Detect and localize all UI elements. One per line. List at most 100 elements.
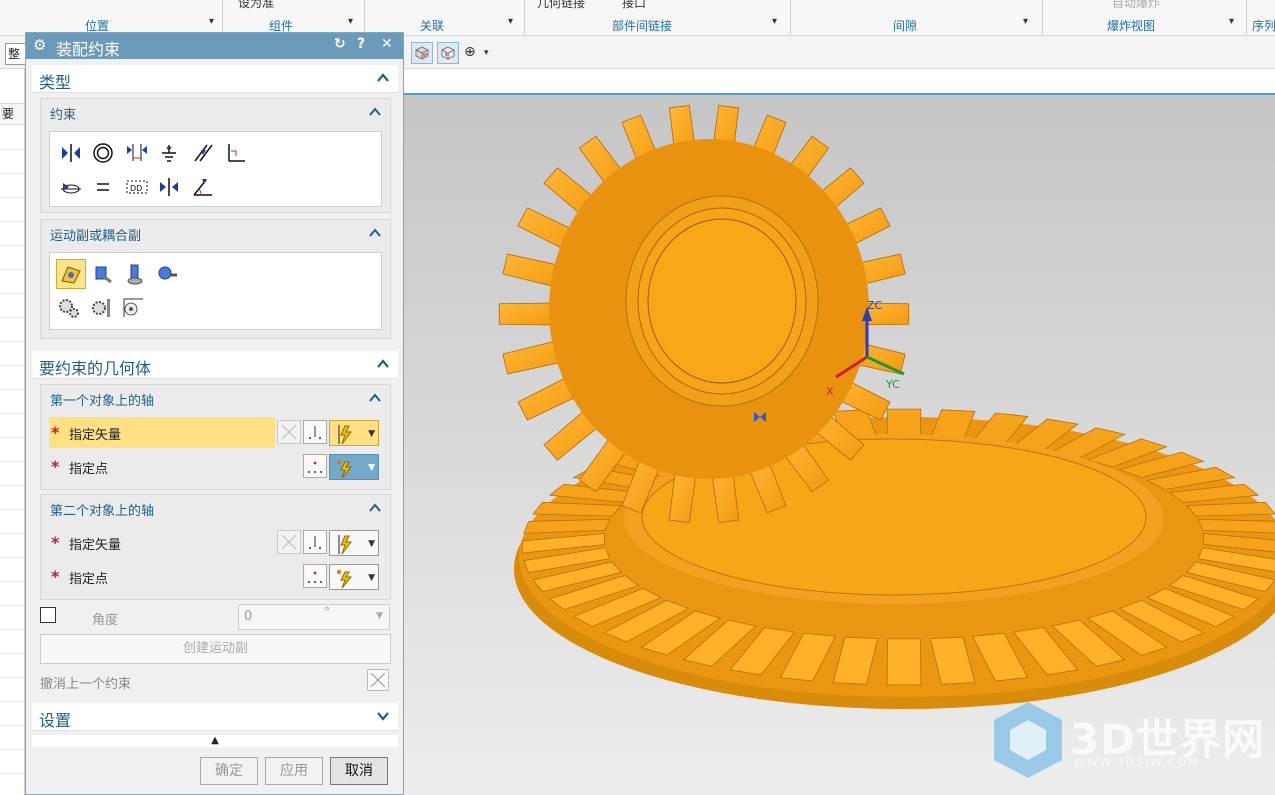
create-joint-button[interactable]: 创建运动副 bbox=[40, 634, 391, 664]
ribbon-group-interpart-link[interactable]: 部件间链接 bbox=[612, 17, 672, 34]
constraints-group-header[interactable]: 约束 bbox=[41, 99, 390, 125]
gear-icon[interactable]: ⚙ bbox=[33, 36, 46, 54]
chevron-up-icon[interactable] bbox=[368, 501, 382, 515]
navigator-row-line bbox=[0, 413, 24, 414]
undo-constraint-icon[interactable] bbox=[367, 669, 389, 691]
ribbon: 设为准 几何链接 接口 自动爆炸 位置 ▾ 组件 ▾ 关联 ▾ 部件间链接 ▾ … bbox=[0, 0, 1275, 36]
ribbon-snippet-set-as[interactable]: 设为准 bbox=[238, 0, 274, 11]
vector-dialog-icon[interactable] bbox=[303, 530, 327, 554]
ribbon-group-exploded-view[interactable]: 爆炸视图 bbox=[1107, 17, 1155, 34]
inferred-vector-dropdown[interactable]: ▼ bbox=[329, 530, 379, 556]
navigator-header[interactable]: 要 bbox=[0, 103, 24, 125]
concentric-icon[interactable] bbox=[90, 140, 116, 166]
navigator-row-line bbox=[0, 605, 24, 606]
chevron-up-icon[interactable] bbox=[368, 226, 382, 240]
chevron-down-icon[interactable]: ▼ bbox=[376, 611, 383, 621]
axis-label-y: YC bbox=[885, 378, 900, 391]
point-dialog-icon[interactable] bbox=[303, 454, 327, 478]
chevron-down-icon[interactable]: ▾ bbox=[348, 16, 353, 27]
perpendicular-icon[interactable] bbox=[222, 140, 248, 166]
navigator-row-line bbox=[0, 485, 24, 486]
chevron-down-icon[interactable]: ▾ bbox=[1229, 16, 1234, 27]
ribbon-group-clearance[interactable]: 间隙 bbox=[893, 17, 917, 34]
first-axis-group: 第一个对象上的轴 * 指定矢量 ▼ * 指定点 ▼ bbox=[40, 384, 391, 490]
filter-combo[interactable]: 整 bbox=[5, 43, 27, 65]
ribbon-group-sequence[interactable]: 序列 bbox=[1252, 17, 1275, 34]
ribbon-snippet-auto-explode[interactable]: 自动爆炸 bbox=[1112, 0, 1160, 11]
parallel-icon[interactable] bbox=[190, 140, 216, 166]
constraints-group: 约束 DD bbox=[40, 98, 391, 213]
snap-point-icon[interactable]: ⊕ bbox=[464, 44, 476, 60]
help-icon[interactable]: ? bbox=[357, 36, 365, 52]
chevron-up-icon[interactable] bbox=[368, 391, 382, 405]
inferred-point-dropdown[interactable]: ▼ bbox=[329, 454, 379, 480]
wireframe-view-icon[interactable] bbox=[437, 42, 459, 64]
chevron-down-icon[interactable]: ▾ bbox=[772, 16, 777, 27]
align-lock-icon[interactable] bbox=[58, 174, 84, 200]
reset-icon[interactable]: ↻ bbox=[334, 36, 346, 52]
vector-dialog-icon[interactable] bbox=[303, 420, 327, 444]
inferred-point-dropdown[interactable]: ▼ bbox=[329, 564, 379, 590]
slider-joint-icon[interactable] bbox=[90, 261, 116, 287]
touch-align-icon[interactable] bbox=[58, 140, 84, 166]
second-point-row[interactable]: * 指定点 ▼ bbox=[41, 560, 390, 592]
close-icon[interactable]: ✕ bbox=[381, 36, 393, 52]
first-axis-header[interactable]: 第一个对象上的轴 bbox=[41, 385, 390, 411]
fix-icon[interactable] bbox=[156, 140, 182, 166]
point-dialog-icon[interactable] bbox=[303, 564, 327, 588]
cable-couple-icon[interactable] bbox=[120, 295, 146, 321]
chevron-down-icon[interactable]: ▾ bbox=[209, 16, 214, 27]
rack-pinion-icon[interactable] bbox=[88, 295, 114, 321]
chevron-down-icon[interactable]: ▾ bbox=[508, 16, 513, 27]
bevel-gear-model[interactable]: ZC YC X bbox=[404, 69, 1275, 795]
fit-icon[interactable]: DD bbox=[124, 174, 150, 200]
shaded-view-icon[interactable] bbox=[411, 42, 433, 64]
section-settings-header[interactable]: 设置 bbox=[32, 703, 398, 731]
assembly-constraint-dialog: ⚙ 装配约束 ↻ ? ✕ 类型 约束 DD 运动副或耦合副 要约束的几何体 第一… bbox=[25, 32, 404, 795]
reverse-direction-icon[interactable] bbox=[277, 420, 301, 444]
distance-icon[interactable] bbox=[124, 140, 150, 166]
angle-icon[interactable] bbox=[190, 174, 216, 200]
angle-input[interactable]: 0 bbox=[238, 604, 390, 630]
navigator-row-line bbox=[0, 749, 24, 750]
cancel-button[interactable]: 取消 bbox=[330, 757, 388, 785]
second-axis-header[interactable]: 第二个对象上的轴 bbox=[41, 495, 390, 521]
angle-label: 角度 bbox=[92, 613, 119, 628]
ok-button[interactable]: 确定 bbox=[200, 757, 258, 785]
dialog-title-bar[interactable]: ⚙ 装配约束 ↻ ? ✕ bbox=[26, 33, 403, 59]
second-axis-title: 第二个对象上的轴 bbox=[50, 504, 155, 519]
expand-more-icon[interactable]: ▲ bbox=[32, 735, 398, 747]
first-vector-label: 指定矢量 bbox=[69, 428, 122, 443]
ribbon-snippet-geometry-link[interactable]: 几何链接 bbox=[537, 0, 585, 11]
second-vector-row[interactable]: * 指定矢量 ▼ bbox=[41, 526, 390, 558]
equal-icon[interactable] bbox=[90, 174, 116, 200]
angle-checkbox[interactable] bbox=[40, 607, 56, 623]
reverse-direction-icon[interactable] bbox=[277, 530, 301, 554]
first-point-row[interactable]: * 指定点 ▼ bbox=[41, 450, 390, 482]
ribbon-snippet-interface[interactable]: 接口 bbox=[622, 0, 646, 11]
motion-couple-group-header[interactable]: 运动副或耦合副 bbox=[41, 220, 390, 246]
center-icon[interactable] bbox=[156, 174, 182, 200]
chevron-up-icon[interactable] bbox=[376, 71, 390, 85]
gear-couple-icon[interactable] bbox=[56, 295, 82, 321]
chevron-up-icon[interactable] bbox=[376, 357, 390, 371]
ribbon-separator bbox=[524, 0, 525, 36]
chevron-down-icon[interactable]: ▾ bbox=[484, 48, 489, 58]
chevron-down-icon[interactable] bbox=[376, 709, 390, 723]
revolute-joint-icon[interactable] bbox=[56, 259, 86, 289]
navigator-row-line bbox=[0, 509, 24, 510]
first-vector-row[interactable]: * 指定矢量 ▼ bbox=[41, 416, 390, 448]
section-type-header[interactable]: 类型 bbox=[32, 65, 398, 93]
ribbon-group-association[interactable]: 关联 bbox=[420, 17, 444, 34]
chevron-down-icon[interactable]: ▾ bbox=[1023, 16, 1028, 27]
section-geometry-header[interactable]: 要约束的几何体 bbox=[32, 351, 398, 379]
navigator-row-line bbox=[0, 293, 24, 294]
undo-constraint-row: 撤消上一个约束 bbox=[40, 667, 391, 695]
cylindrical-joint-icon[interactable] bbox=[122, 261, 148, 287]
graphics-viewport[interactable]: ZC YC X bbox=[404, 69, 1275, 795]
apply-button[interactable]: 应用 bbox=[265, 757, 323, 785]
ball-joint-icon[interactable] bbox=[154, 261, 180, 287]
chevron-up-icon[interactable] bbox=[368, 105, 382, 119]
watermark-url: WWW.3DSJW.COM bbox=[1074, 756, 1200, 769]
inferred-vector-dropdown[interactable]: ▼ bbox=[329, 420, 379, 446]
